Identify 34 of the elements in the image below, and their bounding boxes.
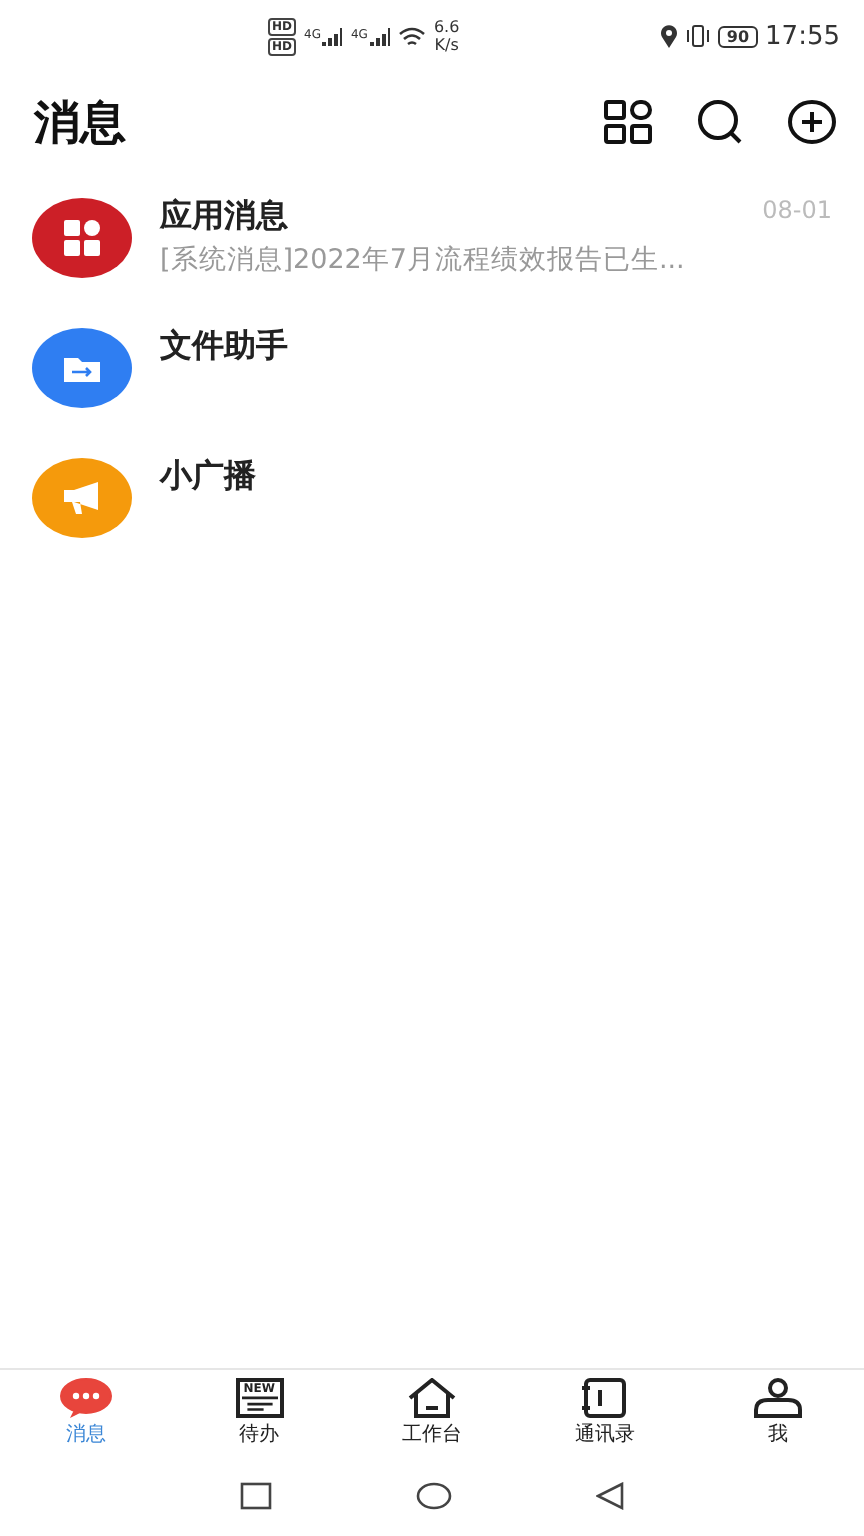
signal-icon [322, 27, 343, 45]
back-button[interactable] [596, 1482, 624, 1510]
speed-unit: K/s [434, 36, 459, 54]
vibrate-icon [686, 24, 711, 48]
wifi-icon [397, 25, 426, 47]
recents-button[interactable] [240, 1482, 272, 1510]
tab-button[interactable]: 通讯录 [518, 1370, 692, 1456]
person-icon [751, 1378, 804, 1418]
battery-indicator: 90 [718, 25, 758, 47]
chat-name[interactable]: 文件助手 [160, 326, 288, 368]
page-title: 消息 [34, 95, 128, 153]
search-icon[interactable] [696, 100, 744, 144]
message-preview: [系统消息]2022年7月流程绩效报告已生... [160, 242, 687, 278]
home-button[interactable] [416, 1482, 452, 1510]
contact-book-icon [580, 1378, 629, 1418]
signal-icon [369, 27, 390, 45]
chat-name[interactable]: 应用消息 [160, 196, 288, 238]
megaphone-icon [62, 481, 102, 513]
chat-icon [60, 1378, 113, 1418]
folder-icon [64, 353, 100, 381]
tab-button[interactable]: 我 [691, 1370, 864, 1456]
clock: 17:55 [765, 21, 840, 51]
chat-name[interactable]: 小广播 [160, 456, 256, 498]
tab-button[interactable]: 工作台 [345, 1370, 519, 1456]
message-time: 08-01 [762, 196, 832, 228]
tab-button[interactable]: 消息 [0, 1370, 173, 1456]
network-speed: 6.6 [433, 18, 460, 36]
chat-avatar[interactable] [32, 327, 132, 407]
home-icon [406, 1378, 459, 1418]
add-icon[interactable] [788, 100, 836, 144]
chat-avatar[interactable] [32, 197, 132, 277]
location-icon [660, 24, 679, 48]
grid-icon [62, 217, 102, 257]
grid-icon[interactable] [604, 100, 652, 144]
